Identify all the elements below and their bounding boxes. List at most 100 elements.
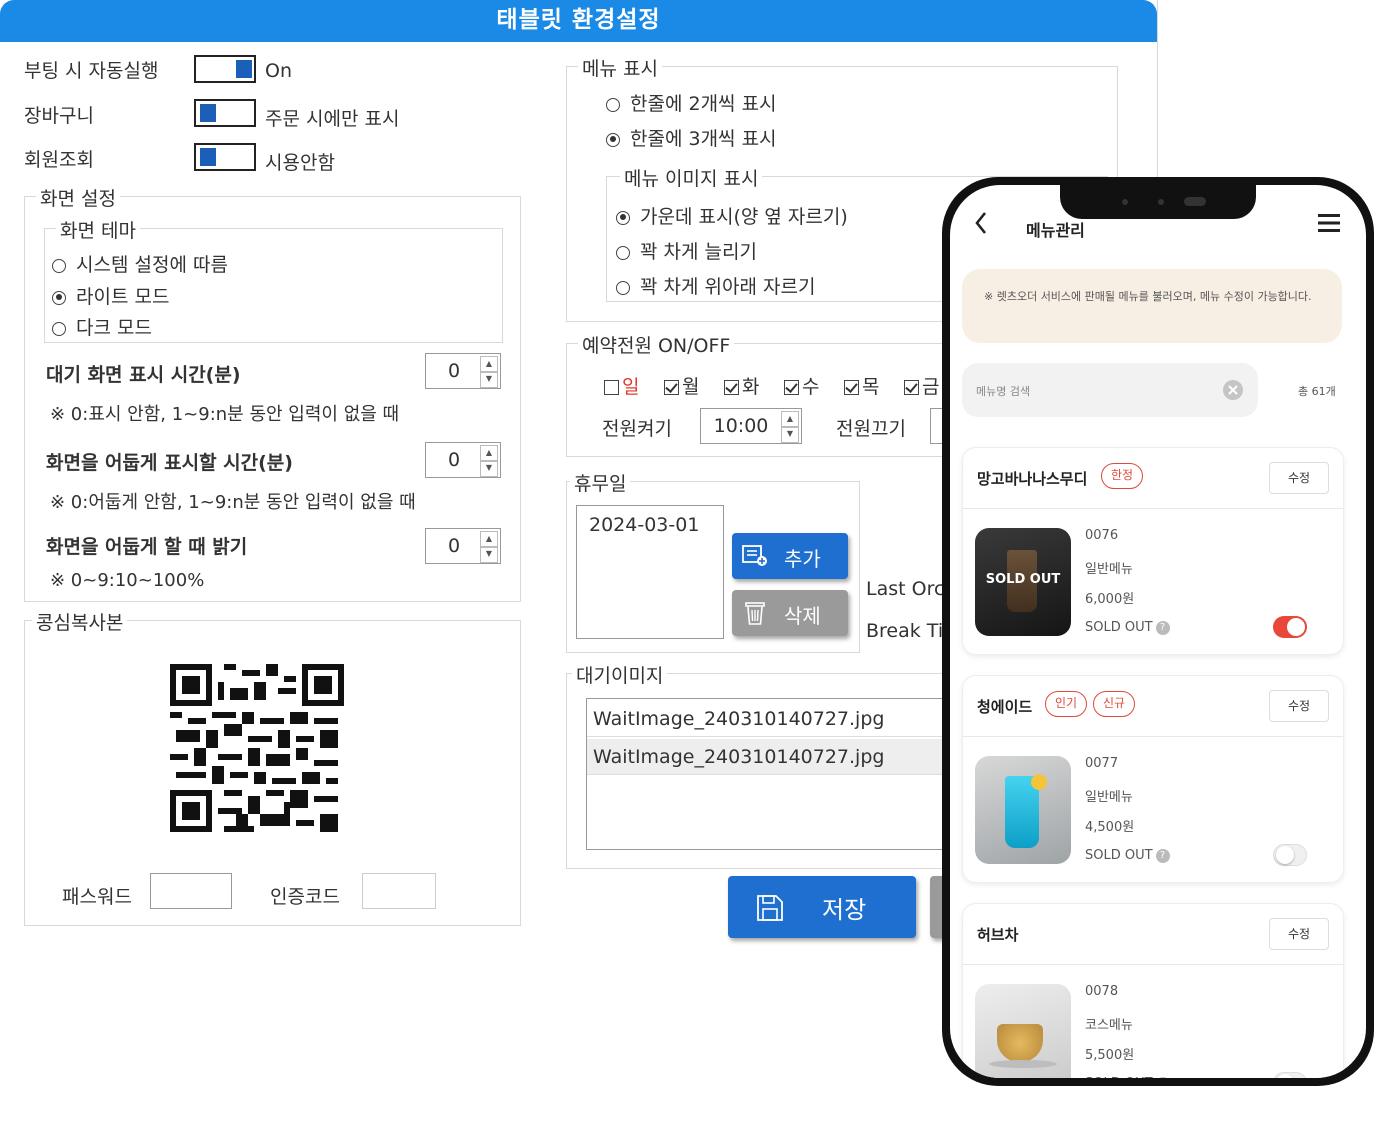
menu-option-3[interactable]: 한줄에 3개씩 표시	[606, 124, 777, 151]
day-tue[interactable]: 화	[724, 372, 759, 399]
checkbox-checked-icon	[784, 380, 799, 395]
last-order-label: Last Orc	[866, 578, 945, 600]
menu-badge: 신규	[1093, 691, 1135, 717]
brightness-spinner[interactable]: 0 ▲ ▼	[425, 528, 501, 564]
radio-icon	[52, 258, 66, 273]
help-icon: ?	[1155, 1076, 1170, 1078]
dim-time-note: ※ 0:어둡게 안함, 1~9:n분 동안 입력이 없을 때	[50, 492, 416, 513]
menu-item-type: 일반메뉴	[1085, 562, 1133, 577]
sold-out-label: SOLD OUT?	[1085, 1076, 1170, 1078]
menu-item-image	[975, 756, 1071, 864]
password-label: 패스워드	[62, 886, 132, 908]
menu-item-name: 허브차	[977, 926, 1019, 944]
menu-total-count: 총 61개	[1298, 385, 1336, 398]
hamburger-menu-icon[interactable]	[1318, 213, 1340, 233]
theme-option-light[interactable]: 라이트 모드	[52, 282, 169, 309]
member-label: 회원조회	[24, 149, 94, 171]
day-thu[interactable]: 목	[844, 372, 879, 399]
spin-down-icon[interactable]: ▼	[781, 426, 799, 443]
day-fri[interactable]: 금	[904, 372, 939, 399]
clear-search-icon[interactable]	[1222, 379, 1244, 401]
notice-box: ※ 렛츠오더 서비스에 판매될 메뉴를 불러오며, 메뉴 수정이 가능합니다.	[962, 269, 1342, 343]
spin-down-icon[interactable]: ▼	[480, 460, 498, 477]
radio-selected-icon	[52, 290, 66, 305]
cart-value: 주문 시에만 표시	[265, 108, 400, 130]
menu-item-image: SOLD OUT	[975, 528, 1071, 636]
day-mon[interactable]: 월	[664, 372, 699, 399]
password-input[interactable]	[150, 873, 232, 909]
menu-item-code: 0077	[1085, 756, 1119, 771]
sold-out-label: SOLD OUT?	[1085, 620, 1170, 635]
cart-toggle[interactable]	[194, 99, 256, 127]
holiday-title: 휴무일	[570, 469, 631, 496]
sold-out-label: SOLD OUT?	[1085, 848, 1170, 863]
brightness-note: ※ 0~9:10~100%	[50, 570, 205, 591]
menu-item-code: 0078	[1085, 984, 1119, 999]
checkbox-checked-icon	[844, 380, 859, 395]
menu-item-price: 5,500원	[1085, 1048, 1135, 1063]
wait-image-file[interactable]: WaitImage_240310140727.jpg	[587, 739, 957, 775]
dim-time-label: 화면을 어둡게 표시할 시간(분)	[46, 452, 293, 474]
wait-time-spinner[interactable]: 0 ▲ ▼	[425, 353, 501, 389]
power-off-label: 전원끄기	[836, 418, 906, 440]
wait-image-list[interactable]: WaitImage_240310140727.jpg WaitImage_240…	[586, 698, 958, 850]
day-sun[interactable]: 일	[604, 372, 639, 399]
qr-title: 콩심복사본	[32, 608, 128, 635]
menu-image-title: 메뉴 이미지 표시	[620, 164, 763, 191]
menu-option-2[interactable]: 한줄에 2개씩 표시	[606, 89, 777, 116]
member-toggle[interactable]	[194, 143, 256, 171]
cart-label: 장바구니	[24, 105, 94, 127]
wait-image-file[interactable]: WaitImage_240310140727.jpg	[587, 701, 957, 737]
holiday-add-button[interactable]: 추가	[732, 533, 848, 579]
menu-item-type: 일반메뉴	[1085, 790, 1133, 805]
theme-option-system[interactable]: 시스템 설정에 따름	[52, 250, 228, 277]
help-icon: ?	[1155, 848, 1170, 863]
sold-out-toggle[interactable]	[1273, 616, 1307, 638]
menu-card: 망고바나나스무디 한정 수정 SOLD OUT 0076 일반메뉴 6,000원…	[962, 447, 1344, 655]
save-button[interactable]: 저장	[728, 876, 916, 938]
sold-out-toggle[interactable]	[1273, 1072, 1307, 1078]
checkbox-checked-icon	[664, 380, 679, 395]
holiday-delete-button[interactable]: 삭제	[732, 590, 848, 636]
menu-edit-button[interactable]: 수정	[1269, 462, 1329, 494]
menu-item-type: 코스메뉴	[1085, 1018, 1133, 1033]
image-option-crop[interactable]: 꽉 차게 위아래 자르기	[616, 272, 815, 299]
menu-item-code: 0076	[1085, 528, 1119, 543]
notice-text: ※ 렛츠오더 서비스에 판매될 메뉴를 불러오며, 메뉴 수정이 가능합니다.	[984, 290, 1312, 303]
phone-header-title: 메뉴관리	[1026, 221, 1085, 240]
phone-mockup: 메뉴관리 ※ 렛츠오더 서비스에 판매될 메뉴를 불러오며, 메뉴 수정이 가능…	[942, 177, 1374, 1086]
menu-item-name: 망고바나나스무디	[977, 470, 1088, 488]
menu-search-input[interactable]: 메뉴명 검색	[962, 363, 1258, 417]
radio-icon	[616, 245, 630, 260]
image-option-stretch[interactable]: 꽉 차게 늘리기	[616, 237, 757, 264]
menu-edit-button[interactable]: 수정	[1269, 690, 1329, 722]
holiday-list[interactable]: 2024-03-01	[576, 505, 724, 639]
theme-title: 화면 테마	[56, 216, 140, 243]
window-title: 태블릿 환경설정	[0, 0, 1157, 42]
boot-label: 부팅 시 자동실행	[24, 60, 159, 82]
menu-card: 청에이드 인기 신규 수정 0077 일반메뉴 4,500원 SOLD OUT?	[962, 675, 1344, 883]
save-disk-icon	[757, 895, 783, 921]
power-title: 예약전원 ON/OFF	[578, 331, 735, 358]
day-wed[interactable]: 수	[784, 372, 819, 399]
theme-option-dark[interactable]: 다크 모드	[52, 313, 152, 340]
spin-down-icon[interactable]: ▼	[480, 371, 498, 388]
add-list-icon	[742, 545, 767, 566]
holiday-date[interactable]: 2024-03-01	[589, 514, 699, 536]
checkbox-checked-icon	[904, 380, 919, 395]
wait-time-label: 대기 화면 표시 시간(분)	[46, 364, 241, 386]
back-arrow-icon[interactable]	[974, 211, 988, 235]
power-on-time[interactable]: 10:00 ▲ ▼	[700, 408, 802, 444]
checkbox-checked-icon	[724, 380, 739, 395]
dim-time-spinner[interactable]: 0 ▲ ▼	[425, 442, 501, 478]
menu-edit-button[interactable]: 수정	[1269, 918, 1329, 950]
menu-item-price: 4,500원	[1085, 820, 1135, 835]
auth-code-input[interactable]	[362, 873, 436, 909]
sold-out-toggle[interactable]	[1273, 844, 1307, 866]
image-option-center[interactable]: 가운데 표시(양 옆 자르기)	[616, 202, 848, 229]
spin-down-icon[interactable]: ▼	[480, 546, 498, 563]
menu-item-price: 6,000원	[1085, 592, 1135, 607]
help-icon: ?	[1155, 620, 1170, 635]
boot-toggle[interactable]	[194, 55, 256, 83]
sold-out-overlay: SOLD OUT	[985, 572, 1061, 587]
